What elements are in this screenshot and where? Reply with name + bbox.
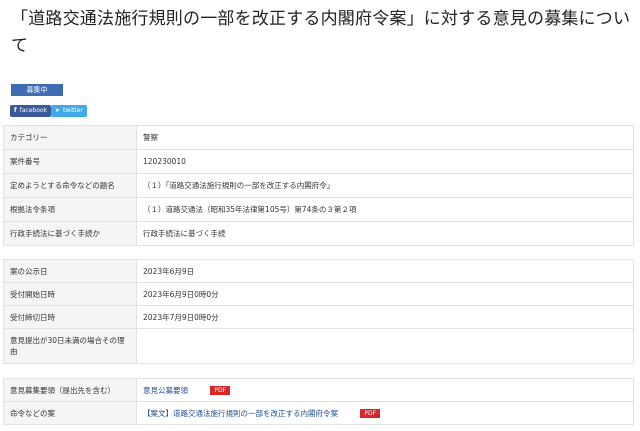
table-row: 命令などの案 【案文】道路交通法施行規則の一部を改正する内閣府令案 PDF [3,401,634,425]
row-label: 命令などの案 [3,401,137,425]
row-label: 定めようとする命令などの題名 [3,173,137,198]
status-badge: 募集中 [11,84,63,96]
date-table: 案の公示日 2023年6月9日 受付開始日時 2023年6月9日0時0分 受付締… [3,259,634,364]
table-row: 根拠法令条項 （１）道路交通法（昭和35年法律第105号）第74条の３第２項 [3,197,634,222]
table-row: 受付締切日時 2023年7月9日0時0分 [3,305,634,329]
twitter-label: twitter [63,107,83,114]
info-table: カテゴリー 警察 案件番号 120230010 定めようとする命令などの題名 （… [3,125,634,246]
row-value: 2023年6月9日 [136,259,634,283]
row-label: 案の公示日 [3,259,137,283]
row-label: 意見提出が30日未満の場合その理由 [3,328,137,364]
row-value: 行政手続法に基づく手続 [136,221,634,246]
row-value: （１）道路交通法（昭和35年法律第105号）第74条の３第２項 [136,197,634,222]
document-link[interactable]: 意見公募要領 [143,386,188,395]
table-row: 行政手続法に基づく手続か 行政手続法に基づく手続 [3,221,634,246]
table-row: 定めようとする命令などの題名 （１）「道路交通法施行規則の一部を改正する内閣府令… [3,173,634,198]
document-table: 意見募集要領（提出先を含む） 意見公募要領 PDF 命令などの案 【案文】道路交… [3,378,634,425]
row-value: 【案文】道路交通法施行規則の一部を改正する内閣府令案 PDF [136,401,634,425]
row-value: （１）「道路交通法施行規則の一部を改正する内閣府令」 [136,173,634,198]
row-label: カテゴリー [3,125,137,150]
row-value: 2023年7月9日0時0分 [136,305,634,329]
row-value: 2023年6月9日0時0分 [136,282,634,306]
row-value [136,328,634,364]
table-row: 意見募集要領（提出先を含む） 意見公募要領 PDF [3,378,634,402]
row-value: 警察 [136,125,634,150]
facebook-label: facebook [19,107,48,114]
row-label: 行政手続法に基づく手続か [3,221,137,246]
pdf-badge: PDF [210,386,231,395]
row-value: 意見公募要領 PDF [136,378,634,402]
table-row: 意見提出が30日未満の場合その理由 [3,328,634,364]
row-label: 根拠法令条項 [3,197,137,222]
row-label: 意見募集要領（提出先を含む） [3,378,137,402]
table-row: 案件番号 120230010 [3,149,634,174]
facebook-share-button[interactable]: f facebook [10,105,52,117]
facebook-icon: f [14,107,17,114]
table-row: 案の公示日 2023年6月9日 [3,259,634,283]
twitter-icon: ➤ [55,107,61,114]
row-label: 受付締切日時 [3,305,137,329]
row-label: 案件番号 [3,149,137,174]
twitter-share-button[interactable]: ➤ twitter [51,105,87,117]
pdf-badge: PDF [360,409,381,418]
row-value: 120230010 [136,149,634,174]
page-title: 「道路交通法施行規則の一部を改正する内閣府令案」に対する意見の募集について [11,9,631,56]
table-row: 受付開始日時 2023年6月9日0時0分 [3,282,634,306]
row-label: 受付開始日時 [3,282,137,306]
table-row: カテゴリー 警察 [3,125,634,150]
document-link[interactable]: 【案文】道路交通法施行規則の一部を改正する内閣府令案 [143,409,338,418]
